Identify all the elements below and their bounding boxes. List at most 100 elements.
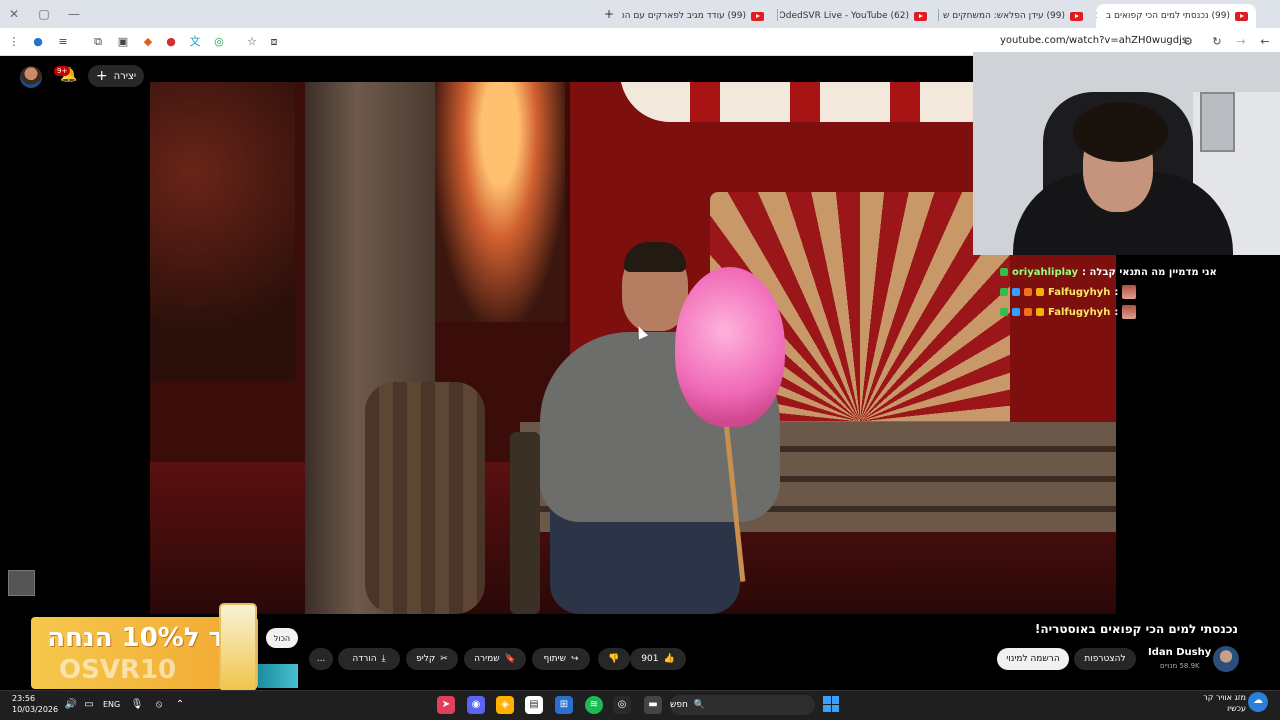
network-icon[interactable]: ▭ (80, 696, 98, 714)
minimize-window-icon[interactable]: — (66, 6, 82, 22)
chat-message: oriyahliplay אני מדמיין מה התנאי קבלה : (1000, 262, 1280, 282)
reload-icon[interactable]: ↻ (1209, 34, 1225, 50)
account-avatar[interactable] (20, 66, 42, 88)
scene-cotton-candy (675, 267, 785, 427)
channel-avatar[interactable] (1213, 646, 1239, 672)
site-settings-icon[interactable]: ⚙ (1180, 34, 1196, 50)
chat-message: Falfugyhyh : (1000, 302, 1280, 322)
badge-icon (1024, 308, 1032, 316)
scene-ball-wall (150, 82, 295, 382)
mini-thumbnail[interactable] (8, 570, 35, 596)
forward-arrow-icon[interactable]: → (1233, 34, 1249, 50)
badge-icon (1036, 288, 1044, 296)
create-label: יצירה (113, 70, 137, 82)
download-button[interactable]: ⤓ הורדה (338, 648, 400, 670)
telegram-app-icon[interactable]: ➤ (437, 696, 455, 714)
notifications-badge: 9+ (54, 66, 71, 76)
youtube-favicon-icon (1070, 11, 1083, 21)
chat-text: : (1114, 306, 1119, 318)
close-window-icon[interactable]: ✕ (6, 6, 22, 22)
download-label: הורדה (352, 654, 377, 664)
youtube-favicon-icon (751, 11, 764, 21)
tool-app-icon[interactable]: ◈ (496, 696, 514, 714)
taskbar-search[interactable]: 🔍 חפש (670, 695, 815, 715)
address-bar-url[interactable]: youtube.com/watch?v=ahZH0wugdjs (1000, 35, 1187, 46)
tab-odedsvr-live[interactable]: (62) OdedSVR Live - YouTube ✕ (780, 4, 935, 28)
chat-text: אני מדמיין מה התנאי קבלה : (1082, 266, 1217, 278)
subscribe-button[interactable]: הרשמה למינוי (997, 648, 1069, 670)
create-button[interactable]: יצירה + (88, 65, 144, 87)
dislike-button[interactable]: 👎 (598, 648, 630, 670)
share-button[interactable]: ↪ שיתוף (532, 648, 590, 670)
like-button[interactable]: 👍 901 (630, 648, 686, 670)
clock-date: 10/03/2026 (12, 705, 59, 714)
clip-button[interactable]: ✂ קליפ (406, 648, 458, 670)
chrome-app-icon[interactable]: ◎ (613, 696, 631, 714)
windows-start-icon[interactable] (823, 696, 839, 712)
extension-orange-icon[interactable]: ◆ (140, 34, 156, 50)
perfume-bottle-image (219, 603, 257, 691)
tab-group-icon[interactable]: ▣ (115, 34, 131, 50)
file-explorer-icon[interactable]: ▬ (644, 696, 662, 714)
bookmark-star-icon[interactable]: ☆ (244, 34, 260, 50)
notifications-off-icon[interactable]: ⦸ (150, 696, 168, 714)
badge-icon (1024, 288, 1032, 296)
video-player[interactable] (150, 82, 1116, 614)
youtube-favicon-icon (914, 11, 927, 21)
tab-label: (99) עידן הפלאש: המשחקים ש (943, 11, 1065, 21)
weather-alert-icon[interactable]: ☁ (1248, 692, 1268, 712)
ad-thumbnail-strip (258, 664, 298, 688)
save-button[interactable]: 🔖 שמירה (464, 648, 526, 670)
search-icon: 🔍 (693, 700, 706, 710)
weather-widget[interactable]: מזג אוויר קר עכשיו (1203, 692, 1246, 714)
tray-chevron-icon[interactable]: ⌃ (171, 696, 189, 714)
profile-icon[interactable]: ● (30, 34, 46, 50)
channel-name[interactable]: Idan Dushy (1148, 647, 1211, 658)
plus-icon: + (95, 68, 108, 84)
share-label: שיתוף (543, 654, 566, 664)
install-app-icon[interactable]: ⧈ (266, 34, 282, 50)
chat-username: Falfugyhyh (1048, 306, 1111, 318)
tab-divider (938, 9, 939, 21)
screen: ✕ ▢ — + (99) עודד מגיב לפארקים עם הכ ✕ (… (0, 0, 1280, 720)
reading-list-icon[interactable]: ≡ (55, 34, 71, 50)
emote-icon (1122, 305, 1137, 319)
scissors-icon: ✂ (440, 654, 448, 664)
volume-icon[interactable]: 🔊 (62, 696, 80, 714)
extensions-icon[interactable]: ⧉ (90, 34, 106, 50)
download-icon: ⤓ (381, 654, 386, 664)
webcam-overlay (973, 52, 1280, 255)
join-label: להצטרפות (1084, 654, 1126, 664)
scene-person-hair (624, 242, 686, 272)
chip-all[interactable]: הכול (266, 628, 298, 648)
more-actions-button[interactable]: ... (309, 648, 333, 670)
badge-icon (1000, 288, 1008, 296)
clock[interactable]: 23:56 10/03/2026 (12, 693, 58, 715)
join-button[interactable]: להצטרפות (1074, 648, 1136, 670)
apps-grid-icon[interactable]: ⊞ (555, 696, 573, 714)
discord-app-icon[interactable]: ◉ (467, 696, 485, 714)
language-indicator[interactable]: ENG (103, 700, 120, 709)
extension-green-icon[interactable]: ◎ (211, 34, 227, 50)
chat-username: Falfugyhyh (1048, 286, 1111, 298)
more-label: ... (316, 654, 326, 664)
microphone-icon[interactable]: 🎙 (128, 696, 146, 714)
extension-red-icon[interactable]: ● (163, 34, 179, 50)
emote-icon (1122, 285, 1137, 299)
close-tab-icon[interactable]: ✕ (1096, 11, 1098, 22)
tab-odeds-parks[interactable]: (99) עודד מגיב לפארקים עם הכ ✕ (622, 4, 772, 28)
tab-frozen-water-active[interactable]: (99) נכנסתי למים הכי קפואים ב ✕ (1096, 4, 1256, 28)
scene-awning (620, 82, 1020, 122)
new-tab-button[interactable]: + (601, 6, 617, 22)
badge-icon (1012, 308, 1020, 316)
restore-window-icon[interactable]: ▢ (36, 6, 52, 22)
chat-username: oriyahliplay (1012, 266, 1079, 278)
extension-translate-icon[interactable]: 文 (187, 34, 203, 50)
tab-flash-games[interactable]: (99) עידן הפלאש: המשחקים ש ✕ (941, 4, 1091, 28)
menu-dots-icon[interactable]: ⋮ (6, 34, 22, 50)
tab-label: (99) עודד מגיב לפארקים עם הכ (622, 11, 746, 21)
notepad-app-icon[interactable]: ▤ (525, 696, 543, 714)
back-arrow-icon[interactable]: ← (1257, 34, 1273, 50)
thumbs-down-icon: 👎 (608, 654, 620, 664)
spotify-app-icon[interactable]: ≋ (585, 696, 603, 714)
